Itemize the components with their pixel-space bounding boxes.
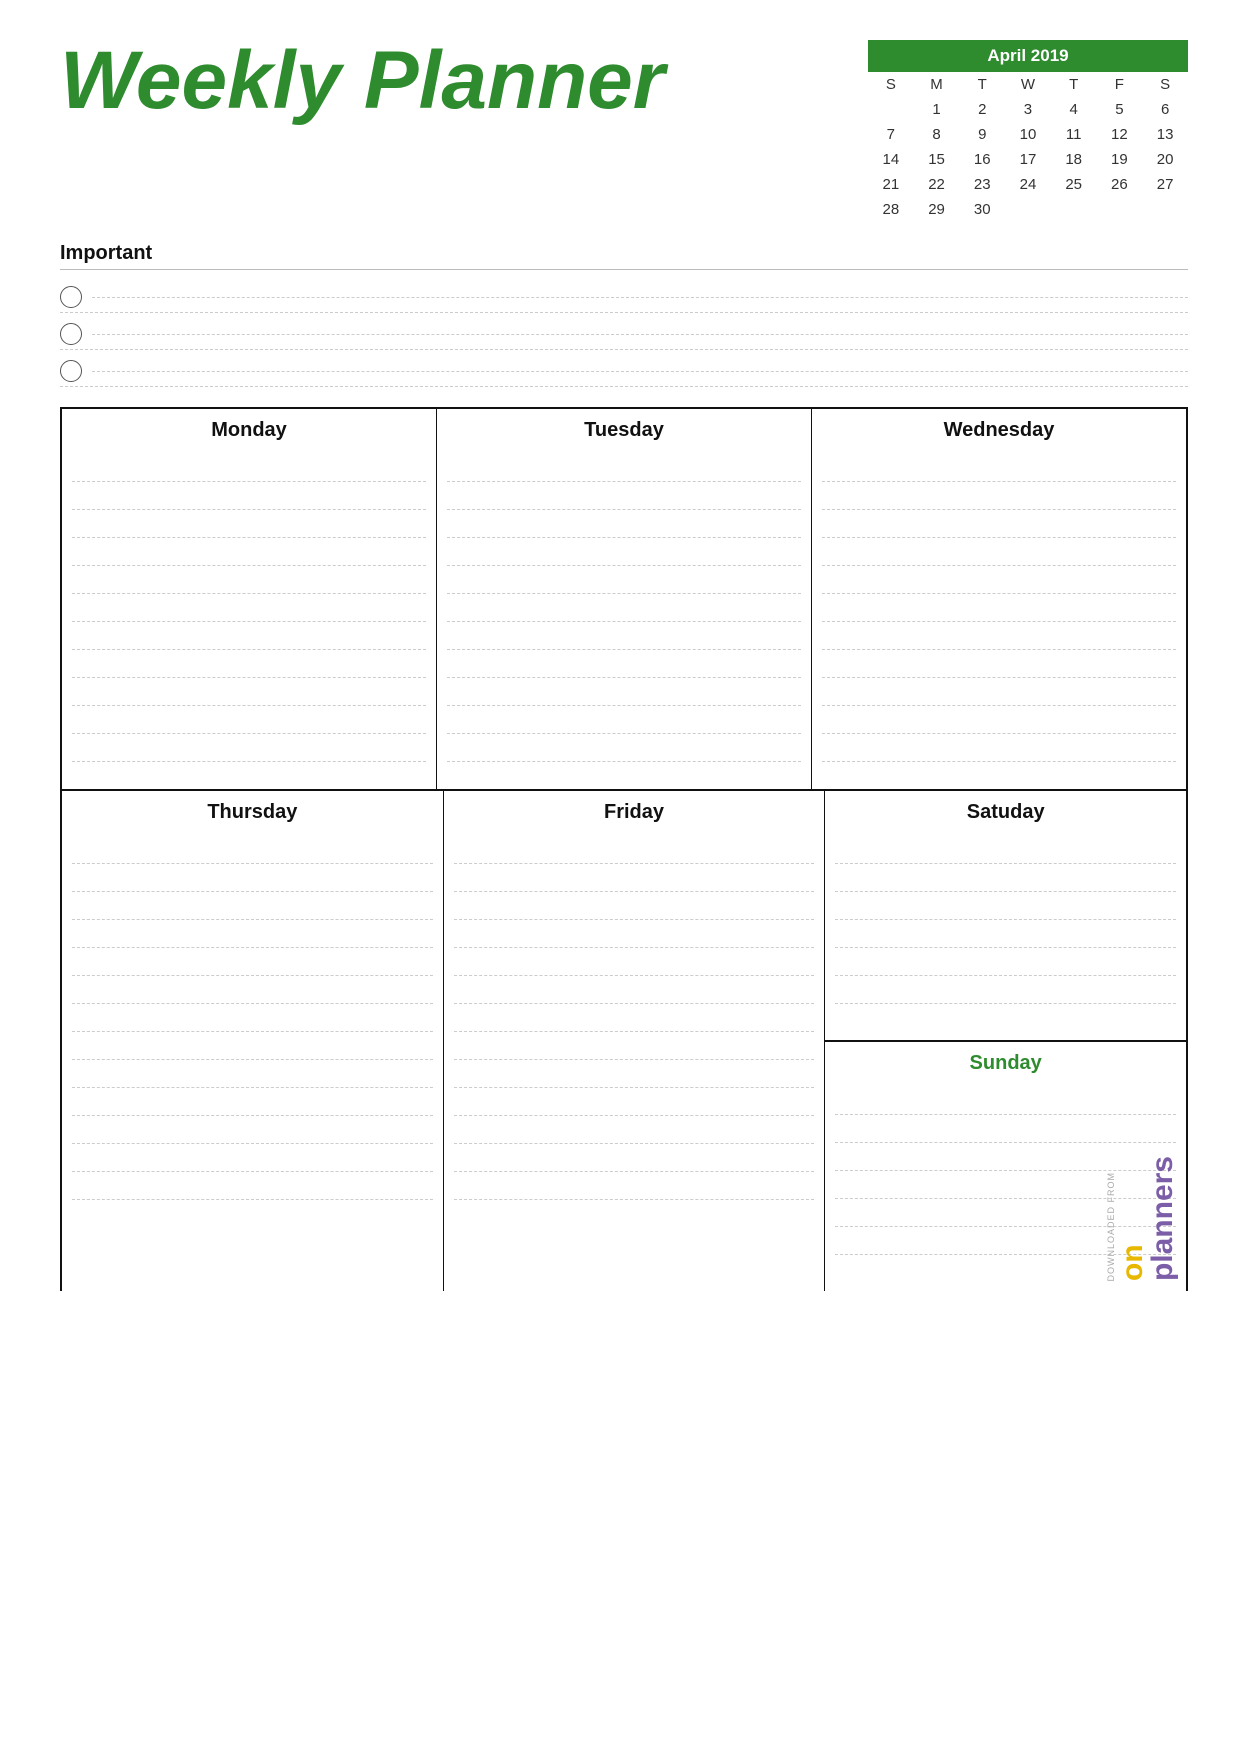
day-grid: Monday Tuesday [60, 407, 1188, 1291]
cal-date [1005, 197, 1051, 222]
todo-circle-3 [60, 360, 82, 382]
cal-day-header-t2: T [1051, 72, 1097, 97]
cal-date: 4 [1051, 97, 1097, 122]
cal-date: 15 [914, 147, 960, 172]
important-section: Important [60, 242, 1188, 387]
cal-date: 26 [1097, 172, 1143, 197]
brand-planners: planners [1148, 1156, 1178, 1281]
cal-day-header-s2: S [1142, 72, 1188, 97]
cal-date: 27 [1142, 172, 1188, 197]
todo-line-1 [92, 297, 1188, 298]
cal-date: 1 [914, 97, 960, 122]
cal-date: 29 [914, 197, 960, 222]
cal-date: 9 [959, 122, 1005, 147]
brand-on: on [1118, 1156, 1148, 1281]
cal-day-header-t1: T [959, 72, 1005, 97]
todo-item-3 [60, 350, 1188, 387]
important-label: Important [60, 242, 1188, 270]
cal-day-header-s1: S [868, 72, 914, 97]
calendar-grid: S M T W T F S 1 2 3 4 5 6 [868, 72, 1188, 222]
friday-cell: Friday [444, 791, 826, 1291]
monday-lines [72, 454, 426, 762]
todo-line-2 [92, 334, 1188, 335]
friday-lines [454, 836, 815, 1200]
todo-circle-2 [60, 323, 82, 345]
todo-line-3 [92, 371, 1188, 372]
cal-date: 10 [1005, 122, 1051, 147]
todo-item-1 [60, 276, 1188, 313]
cal-date: 22 [914, 172, 960, 197]
day-row-bottom: Thursday Friday [62, 791, 1186, 1291]
cal-date: 17 [1005, 147, 1051, 172]
wednesday-cell: Wednesday [812, 409, 1186, 789]
tuesday-cell: Tuesday [437, 409, 812, 789]
cal-date: 2 [959, 97, 1005, 122]
cal-date: 30 [959, 197, 1005, 222]
friday-label: Friday [454, 801, 815, 824]
satuday-cell: Satuday [825, 791, 1186, 1042]
cal-date: 24 [1005, 172, 1051, 197]
downloaded-from-text: DOWNLOADED FROM [1106, 1172, 1116, 1282]
cal-date: 11 [1051, 122, 1097, 147]
satuday-lines [835, 836, 1176, 1004]
cal-date: 25 [1051, 172, 1097, 197]
calendar-month-year: April 2019 [868, 40, 1188, 72]
cal-day-header-f: F [1097, 72, 1143, 97]
sunday-label: Sunday [835, 1052, 1176, 1075]
cal-date: 12 [1097, 122, 1143, 147]
thursday-cell: Thursday [62, 791, 444, 1291]
thursday-label: Thursday [72, 801, 433, 824]
cal-date: 21 [868, 172, 914, 197]
cal-date: 16 [959, 147, 1005, 172]
day-row-top: Monday Tuesday [62, 409, 1186, 791]
cal-date [1142, 197, 1188, 222]
page-title: Weekly Planner [60, 40, 665, 122]
cal-date: 3 [1005, 97, 1051, 122]
mini-calendar: April 2019 S M T W T F S 1 2 3 [868, 40, 1188, 222]
cal-date [868, 97, 914, 122]
cal-date [1097, 197, 1143, 222]
cal-date: 8 [914, 122, 960, 147]
cal-date: 13 [1142, 122, 1188, 147]
cal-date: 23 [959, 172, 1005, 197]
cal-date: 19 [1097, 147, 1143, 172]
cal-date: 5 [1097, 97, 1143, 122]
cal-date [1051, 197, 1097, 222]
right-column: Satuday Sunday [825, 791, 1186, 1291]
thursday-lines [72, 836, 433, 1200]
cal-day-header-w: W [1005, 72, 1051, 97]
monday-cell: Monday [62, 409, 437, 789]
todo-circle-1 [60, 286, 82, 308]
tuesday-lines [447, 454, 801, 762]
cal-date: 7 [868, 122, 914, 147]
cal-date: 6 [1142, 97, 1188, 122]
monday-label: Monday [72, 419, 426, 442]
watermark: DOWNLOADED FROM on planners [1106, 1156, 1178, 1281]
cal-date: 28 [868, 197, 914, 222]
wednesday-lines [822, 454, 1176, 762]
cal-day-header-m: M [914, 72, 960, 97]
tuesday-label: Tuesday [447, 419, 801, 442]
todo-item-2 [60, 313, 1188, 350]
satuday-label: Satuday [835, 801, 1176, 824]
cal-date: 18 [1051, 147, 1097, 172]
cal-date: 20 [1142, 147, 1188, 172]
page-header: Weekly Planner April 2019 S M T W T F S … [60, 40, 1188, 222]
wednesday-label: Wednesday [822, 419, 1176, 442]
sunday-cell: Sunday DOWNLOADED FROM on planners [825, 1042, 1186, 1291]
cal-date: 14 [868, 147, 914, 172]
